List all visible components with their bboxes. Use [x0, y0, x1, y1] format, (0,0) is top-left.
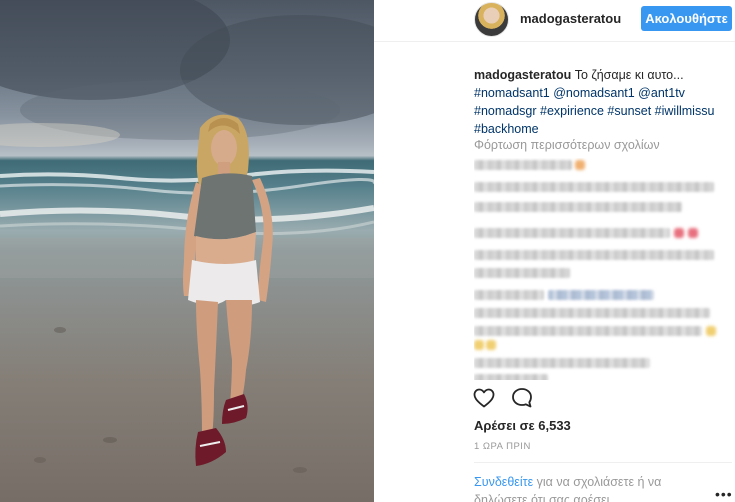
obscured-mention [548, 290, 654, 300]
obscured-emoji [486, 340, 496, 350]
obscured-comment-line [474, 250, 714, 260]
heart-icon[interactable] [472, 386, 496, 410]
post-header: madogasteratou Ακολουθήστε [374, 0, 735, 42]
action-bar [472, 386, 552, 410]
more-options-icon[interactable]: ••• [715, 486, 733, 502]
obscured-comment-line [474, 308, 710, 318]
obscured-comment-line [474, 182, 714, 192]
divider [474, 462, 732, 463]
obscured-emoji [674, 228, 684, 238]
login-link[interactable]: Συνδεθείτε [474, 475, 533, 489]
obscured-emoji [688, 228, 698, 238]
obscured-comment-line [474, 228, 670, 238]
caption-text: Το ζήσαμε κι αυτο... [574, 68, 684, 82]
obscured-comment-line [474, 268, 570, 278]
obscured-comments [474, 158, 719, 380]
caption-author[interactable]: madogasteratou [474, 68, 571, 82]
obscured-emoji [706, 326, 716, 336]
caption-tags-line-1[interactable]: #nomadsant1 @nomadsant1 @ant1tv [474, 86, 685, 100]
obscured-comment-line [474, 202, 682, 212]
avatar[interactable] [474, 2, 509, 37]
obscured-emoji [575, 160, 585, 170]
obscured-comment-line [474, 374, 548, 380]
post-timestamp[interactable]: 1 ΩΡΑ ΠΡΙΝ [474, 441, 531, 452]
obscured-comment-line [474, 358, 650, 368]
post-photo[interactable] [0, 0, 374, 502]
caption: madogasteratou Το ζήσαμε κι αυτο... #nom… [474, 66, 724, 138]
caption-tags-line-2[interactable]: #nomadsgr #expirience #sunset #iwillmiss… [474, 104, 714, 118]
post-details-panel: madogasteratou Ακολουθήστε madogasterato… [374, 0, 735, 502]
obscured-comment-line [474, 290, 544, 300]
login-prompt: Συνδεθείτε για να σχολιάσετε ή να δηλώσε… [474, 473, 679, 502]
caption-tags-line-3[interactable]: #backhome [474, 122, 539, 136]
obscured-comment-line [474, 326, 702, 336]
username-link[interactable]: madogasteratou [520, 11, 621, 26]
load-more-comments-link[interactable]: Φόρτωση περισσότερων σχολίων [474, 138, 660, 152]
photo-scene [0, 0, 374, 473]
follow-button[interactable]: Ακολουθήστε [641, 6, 732, 31]
comment-icon[interactable] [510, 386, 534, 410]
person-figure [183, 114, 273, 466]
obscured-emoji [474, 340, 484, 350]
likes-count[interactable]: Αρέσει σε 6,533 [474, 418, 571, 433]
obscured-comment-line [474, 160, 572, 170]
